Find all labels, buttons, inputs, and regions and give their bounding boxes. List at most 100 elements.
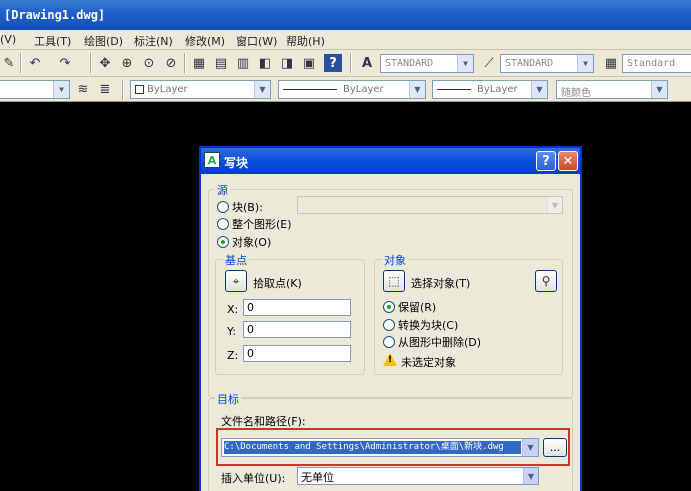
file-path-value: C:\Documents and Settings\Administrator\…: [224, 441, 521, 454]
chevron-down-icon: ▼: [522, 439, 538, 456]
chevron-down-icon: ▼: [457, 55, 473, 72]
select-objects-button[interactable]: ⬚: [383, 270, 405, 292]
sheet-set-icon[interactable]: ◧: [256, 54, 274, 72]
browse-button[interactable]: ...: [543, 438, 567, 457]
app-title-bar: [Drawing1.dwg]: [0, 0, 691, 30]
source-objects-label: 对象(O): [232, 236, 272, 249]
toolbar-separator: [184, 53, 186, 73]
base-x-input[interactable]: [243, 299, 351, 316]
convert-to-block-radio[interactable]: 转换为块(C): [383, 317, 458, 333]
convert-to-block-label: 转换为块(C): [398, 319, 459, 332]
warning-icon: [383, 353, 397, 366]
color-value: ByLayer: [147, 84, 188, 95]
layer-combo[interactable]: ▼: [0, 80, 70, 99]
chevron-down-icon: ▼: [531, 81, 547, 98]
standard-toolbar: ✎ ↶ ↷ ✥ ⊕ ⊙ ⊘ ▦ ▤ ▥ ◧ ◨ ▣ ? A STANDARD ▼…: [0, 50, 691, 77]
file-path-dropdown[interactable]: C:\Documents and Settings\Administrator\…: [221, 438, 539, 457]
properties-toolbar: ▼ ≋ ≣ ByLayer ▼ ByLayer ▼ ByLayer ▼ 随颜色 …: [0, 77, 691, 102]
chevron-down-icon: ▼: [254, 81, 270, 98]
insert-units-label: 插入单位(U):: [221, 472, 286, 485]
pick-point-button[interactable]: ⌖: [225, 270, 247, 292]
table-style-icon: ▦: [604, 55, 618, 71]
menu-window[interactable]: 窗口(W): [236, 33, 277, 49]
block-name-dropdown: ▼: [297, 196, 563, 214]
source-legend: 源: [215, 182, 230, 198]
chevron-down-icon: ▼: [547, 197, 562, 213]
lineweight-value: ByLayer: [477, 84, 518, 95]
source-entire-label: 整个图形(E): [232, 218, 292, 231]
pan-icon[interactable]: ✥: [96, 54, 114, 72]
dialog-app-icon: A: [204, 152, 220, 168]
dialog-title: 写块: [224, 156, 249, 170]
close-button[interactable]: ✕: [558, 151, 578, 171]
radio-indicator: [383, 301, 395, 313]
toolbar-separator: [350, 53, 352, 73]
layer-previous-icon[interactable]: ≣: [96, 80, 114, 98]
linetype-combo[interactable]: ByLayer ▼: [278, 80, 426, 99]
zoom-previous-icon[interactable]: ⊘: [162, 54, 180, 72]
insert-units-dropdown[interactable]: 无单位 ▼: [297, 467, 539, 485]
source-entire-radio[interactable]: 整个图形(E): [217, 216, 292, 232]
menu-help[interactable]: 帮助(H): [286, 33, 325, 49]
pick-point-label: 拾取点(K): [253, 277, 302, 290]
quick-select-button[interactable]: ⚲: [535, 270, 557, 292]
table-style-value: Standard: [627, 58, 676, 69]
dim-style-value: STANDARD: [505, 58, 554, 69]
menu-modify[interactable]: 修改(M): [185, 33, 225, 49]
plot-style-combo[interactable]: 随颜色 ▼: [556, 80, 668, 99]
file-path-label: 文件名和路径(F):: [221, 415, 306, 428]
redo-icon[interactable]: ↷: [56, 54, 74, 72]
source-objects-radio[interactable]: 对象(O): [217, 234, 271, 250]
linetype-value: ByLayer: [343, 84, 384, 95]
menu-draw[interactable]: 绘图(D): [84, 33, 123, 49]
match-properties-icon[interactable]: ✎: [0, 54, 18, 72]
dim-style-combo[interactable]: STANDARD ▼: [500, 54, 594, 73]
retain-radio[interactable]: 保留(R): [383, 299, 436, 315]
base-z-input[interactable]: [243, 345, 351, 362]
color-combo[interactable]: ByLayer ▼: [130, 80, 271, 99]
tool-palettes-icon[interactable]: ▥: [234, 54, 252, 72]
calculator-icon[interactable]: ▣: [300, 54, 318, 72]
chevron-down-icon: ▼: [651, 81, 667, 98]
dim-style-icon: ⟋: [484, 55, 494, 71]
undo-icon[interactable]: ↶: [26, 54, 44, 72]
radio-indicator: [383, 336, 395, 348]
y-label: Y:: [227, 325, 236, 338]
delete-from-drawing-label: 从图形中删除(D): [398, 336, 482, 349]
toolbar-separator: [20, 53, 22, 73]
menu-bar: (V) 工具(T) 绘图(D) 标注(N) 修改(M) 窗口(W) 帮助(H): [0, 30, 691, 50]
radio-indicator: [383, 319, 395, 331]
menu-tools[interactable]: 工具(T): [34, 33, 71, 49]
text-style-combo[interactable]: STANDARD ▼: [380, 54, 474, 73]
properties-icon[interactable]: ▦: [190, 54, 208, 72]
text-style-icon: A: [361, 55, 373, 71]
base-point-legend: 基点: [223, 252, 249, 268]
delete-from-drawing-radio[interactable]: 从图形中删除(D): [383, 334, 481, 350]
plot-style-value: 随颜色: [561, 88, 591, 99]
source-block-radio[interactable]: 块(B):: [217, 199, 263, 215]
design-center-icon[interactable]: ▤: [212, 54, 230, 72]
layer-manager-icon[interactable]: ≋: [74, 80, 92, 98]
pick-point-icon: ⌖: [232, 273, 240, 288]
help-icon[interactable]: ?: [324, 54, 342, 72]
table-style-combo[interactable]: Standard: [622, 54, 691, 73]
zoom-window-icon[interactable]: ⊙: [140, 54, 158, 72]
markup-icon[interactable]: ◨: [278, 54, 296, 72]
lineweight-sample: [437, 88, 471, 90]
help-button[interactable]: ?: [536, 151, 556, 171]
select-objects-icon: ⬚: [388, 274, 400, 288]
zoom-realtime-icon[interactable]: ⊕: [118, 54, 136, 72]
x-label: X:: [227, 303, 239, 316]
source-block-label: 块(B):: [232, 201, 263, 214]
radio-indicator: [217, 201, 229, 213]
selection-status: 未选定对象: [401, 356, 456, 369]
menu-dimension[interactable]: 标注(N): [134, 33, 173, 49]
chevron-down-icon: ▼: [523, 468, 538, 484]
dialog-title-bar[interactable]: A 写块 ? ✕: [201, 148, 580, 174]
menu-view[interactable]: (V): [0, 33, 16, 46]
toolbar-separator: [122, 80, 124, 100]
base-y-input[interactable]: [243, 321, 351, 338]
radio-indicator: [217, 236, 229, 248]
z-label: Z:: [227, 349, 239, 362]
lineweight-combo[interactable]: ByLayer ▼: [432, 80, 548, 99]
